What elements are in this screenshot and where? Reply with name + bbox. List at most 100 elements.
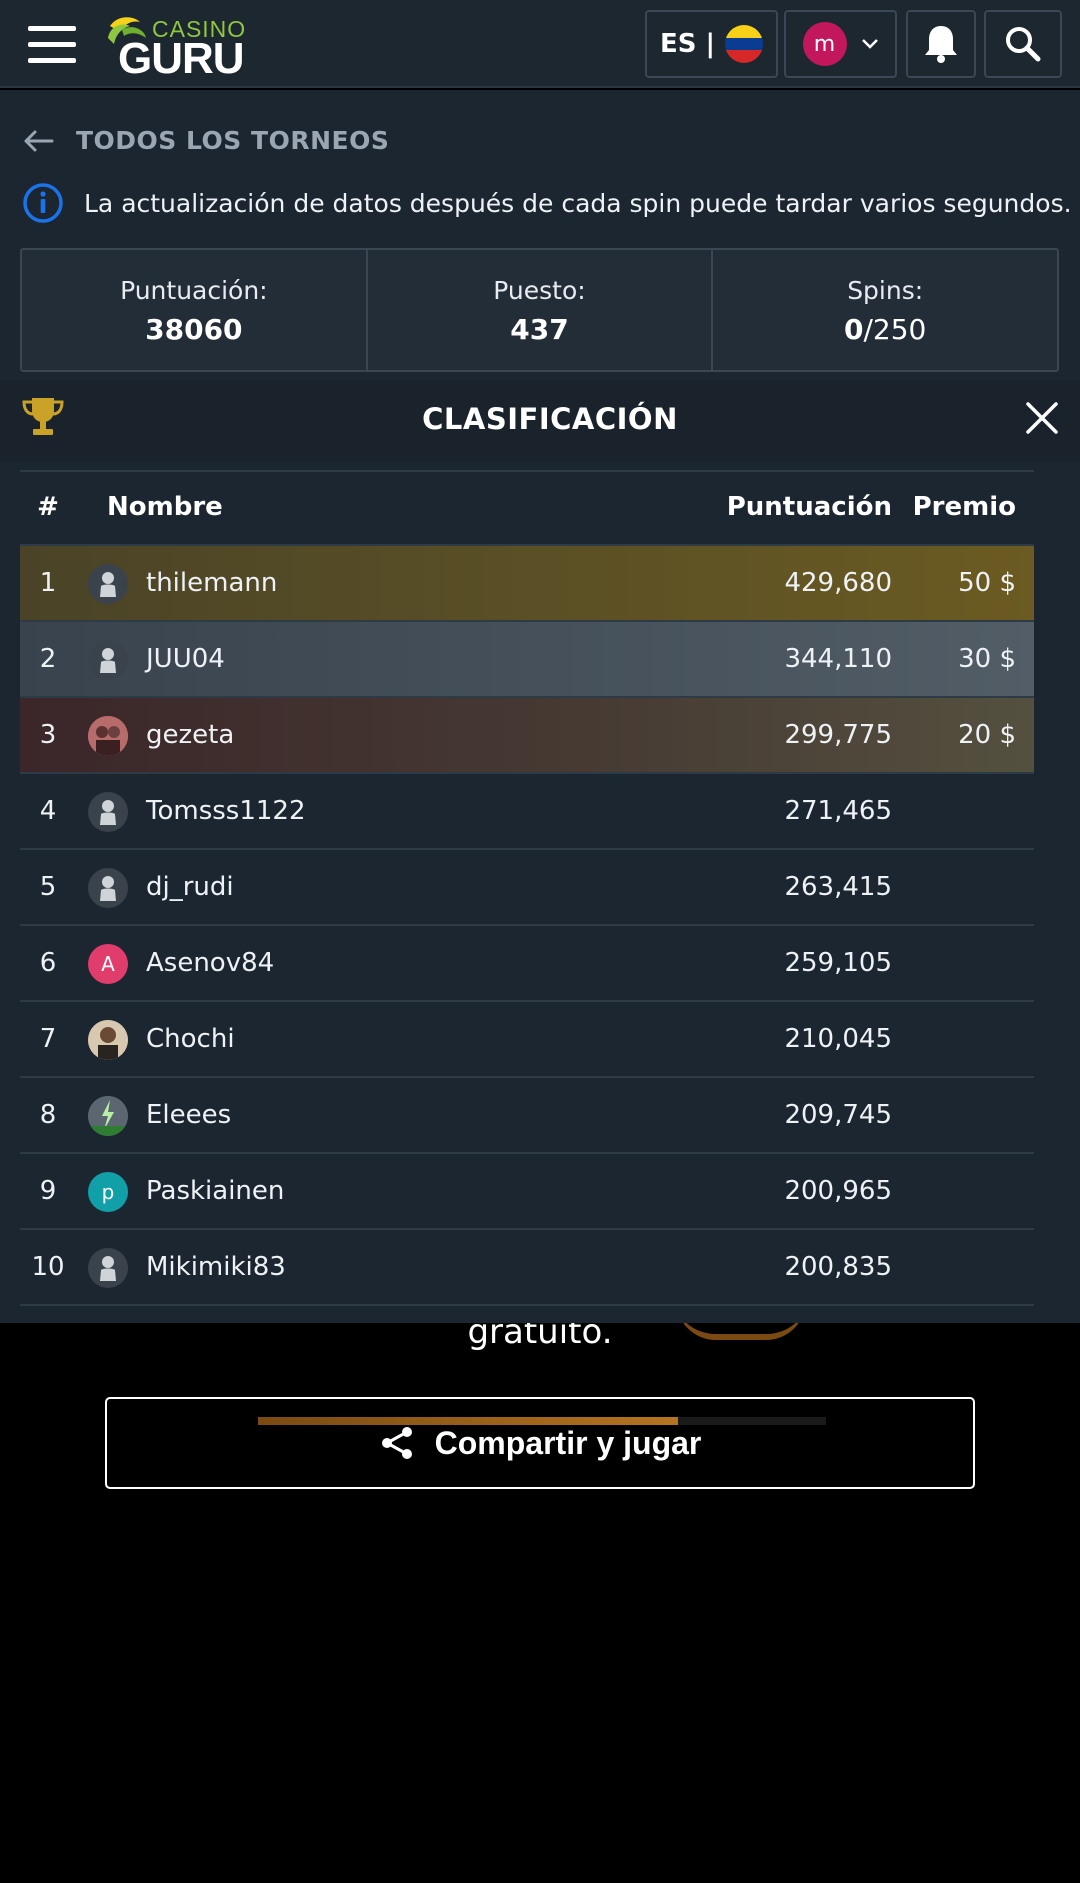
table-row[interactable]: 10 Mikimiki83 200,835 [20,1230,1034,1306]
row-rank: 7 [39,1024,57,1054]
row-rank: 2 [39,644,57,674]
rank-value: 437 [510,313,569,346]
row-score: 429,680 [784,568,892,598]
back-link[interactable]: TODOS LOS TORNEOS [22,126,389,155]
table-row[interactable]: 9 p Paskiainen 200,965 [20,1154,1034,1230]
row-name: thilemann [146,568,278,598]
table-row[interactable]: 5 dj_rudi 263,415 [20,850,1034,926]
table-row[interactable]: 7 Chochi 210,045 [20,1002,1034,1078]
table-row[interactable]: 1 thilemann 429,680 50 $ [20,546,1034,622]
row-score: 200,965 [784,1176,892,1206]
player-stats: Puntuación: 38060 Puesto: 437 Spins: 0/2… [20,248,1059,372]
row-name: JUU04 [146,644,225,674]
spins-value: 0/250 [713,313,1057,346]
logo-guru-text: GURU [118,34,245,83]
language-code: ES | [659,29,716,59]
default-avatar-icon [88,564,128,604]
top-header: CASINO GURU ES | m [0,0,1080,88]
row-score: 210,045 [784,1024,892,1054]
user-menu-button[interactable]: m [784,10,897,78]
row-score: 200,835 [784,1252,892,1282]
row-rank: 9 [39,1176,57,1206]
row-name: Asenov84 [146,948,275,978]
bell-icon [925,26,957,63]
row-name: Chochi [146,1024,235,1054]
spins-used: 0 [843,313,864,346]
row-score: 344,110 [784,644,892,674]
table-row[interactable]: 2 JUU04 344,110 30 $ [20,622,1034,698]
row-score: 271,465 [784,796,892,826]
share-and-play-button[interactable]: Compartir y jugar [105,1397,975,1489]
column-name: Nombre [107,492,223,522]
row-prize: 20 $ [958,720,1016,750]
chevron-down-icon [861,39,878,49]
spins-stat: Spins: 0/250 [713,250,1057,370]
score-value: 38060 [145,313,243,346]
rank-label: Puesto: [493,276,586,305]
row-rank: 1 [39,568,57,598]
rank-stat: Puesto: 437 [368,250,714,370]
row-rank: 6 [39,948,57,978]
photo-avatar-icon [88,1020,128,1060]
row-score: 259,105 [784,948,892,978]
tournament-panel: TODOS LOS TORNEOS La actualización de da… [0,90,1080,1323]
row-name: Paskiainen [146,1176,285,1206]
table-row[interactable]: 6 A Asenov84 259,105 [20,926,1034,1002]
close-icon[interactable] [1022,398,1062,438]
table-row[interactable]: 8 Eleees 209,745 [20,1078,1034,1154]
share-icon [381,1427,412,1459]
row-score: 299,775 [784,720,892,750]
row-name: Mikimiki83 [146,1252,286,1282]
row-prize: 30 $ [958,644,1016,674]
column-rank: # [37,492,59,522]
row-rank: 8 [39,1100,57,1130]
row-name: Eleees [146,1100,232,1130]
info-icon [23,183,63,223]
row-rank: 4 [39,796,57,826]
row-score: 209,745 [784,1100,892,1130]
letter-avatar: p [88,1172,128,1212]
flag-icon [725,25,764,63]
leaderboard-table: # Nombre Puntuación Premio 1 thilemann 4… [20,470,1034,1306]
default-avatar-icon [88,868,128,908]
score-stat: Puntuación: 38060 [22,250,368,370]
row-score: 263,415 [784,872,892,902]
default-avatar-icon [88,640,128,680]
letter-avatar: A [88,944,128,984]
row-name: gezeta [146,720,235,750]
row-name: Tomsss1122 [146,796,306,826]
info-notice: La actualización de datos después de cad… [22,182,1072,224]
row-rank: 10 [31,1252,65,1282]
row-rank: 3 [39,720,57,750]
search-icon [1006,27,1041,62]
photo-avatar-icon [88,1096,128,1136]
row-name: dj_rudi [146,872,234,902]
table-row[interactable]: 4 Tomsss1122 271,465 [20,774,1034,850]
arrow-left-icon [24,130,54,151]
row-rank: 5 [39,872,57,902]
back-link-label: TODOS LOS TORNEOS [76,126,390,155]
row-prize: 50 $ [958,568,1016,598]
column-score: Puntuación [726,492,892,522]
column-prize: Premio [912,492,1016,522]
casino-guru-logo[interactable]: CASINO GURU [104,12,254,83]
default-avatar-icon [88,1248,128,1288]
spins-label: Spins: [847,276,924,305]
leaderboard-header: CLASIFICACIÓN [0,380,1080,462]
user-avatar: m [802,22,847,66]
spins-total: /250 [863,313,927,346]
score-label: Puntuación: [120,276,268,305]
leaderboard-title: CLASIFICACIÓN [422,402,678,436]
photo-avatar-icon [88,716,128,756]
info-text: La actualización de datos después de cad… [84,188,1072,218]
table-header: # Nombre Puntuación Premio [20,470,1034,546]
progress-fill [258,1417,679,1425]
share-button-label: Compartir y jugar [434,1424,702,1461]
notifications-button[interactable] [906,10,976,78]
table-row[interactable]: 3 gezeta 299,775 20 $ [20,698,1034,774]
progress-bar [258,1417,826,1425]
language-selector[interactable]: ES | [645,10,778,78]
menu-icon[interactable] [24,22,80,66]
default-avatar-icon [88,792,128,832]
search-button[interactable] [984,10,1062,78]
